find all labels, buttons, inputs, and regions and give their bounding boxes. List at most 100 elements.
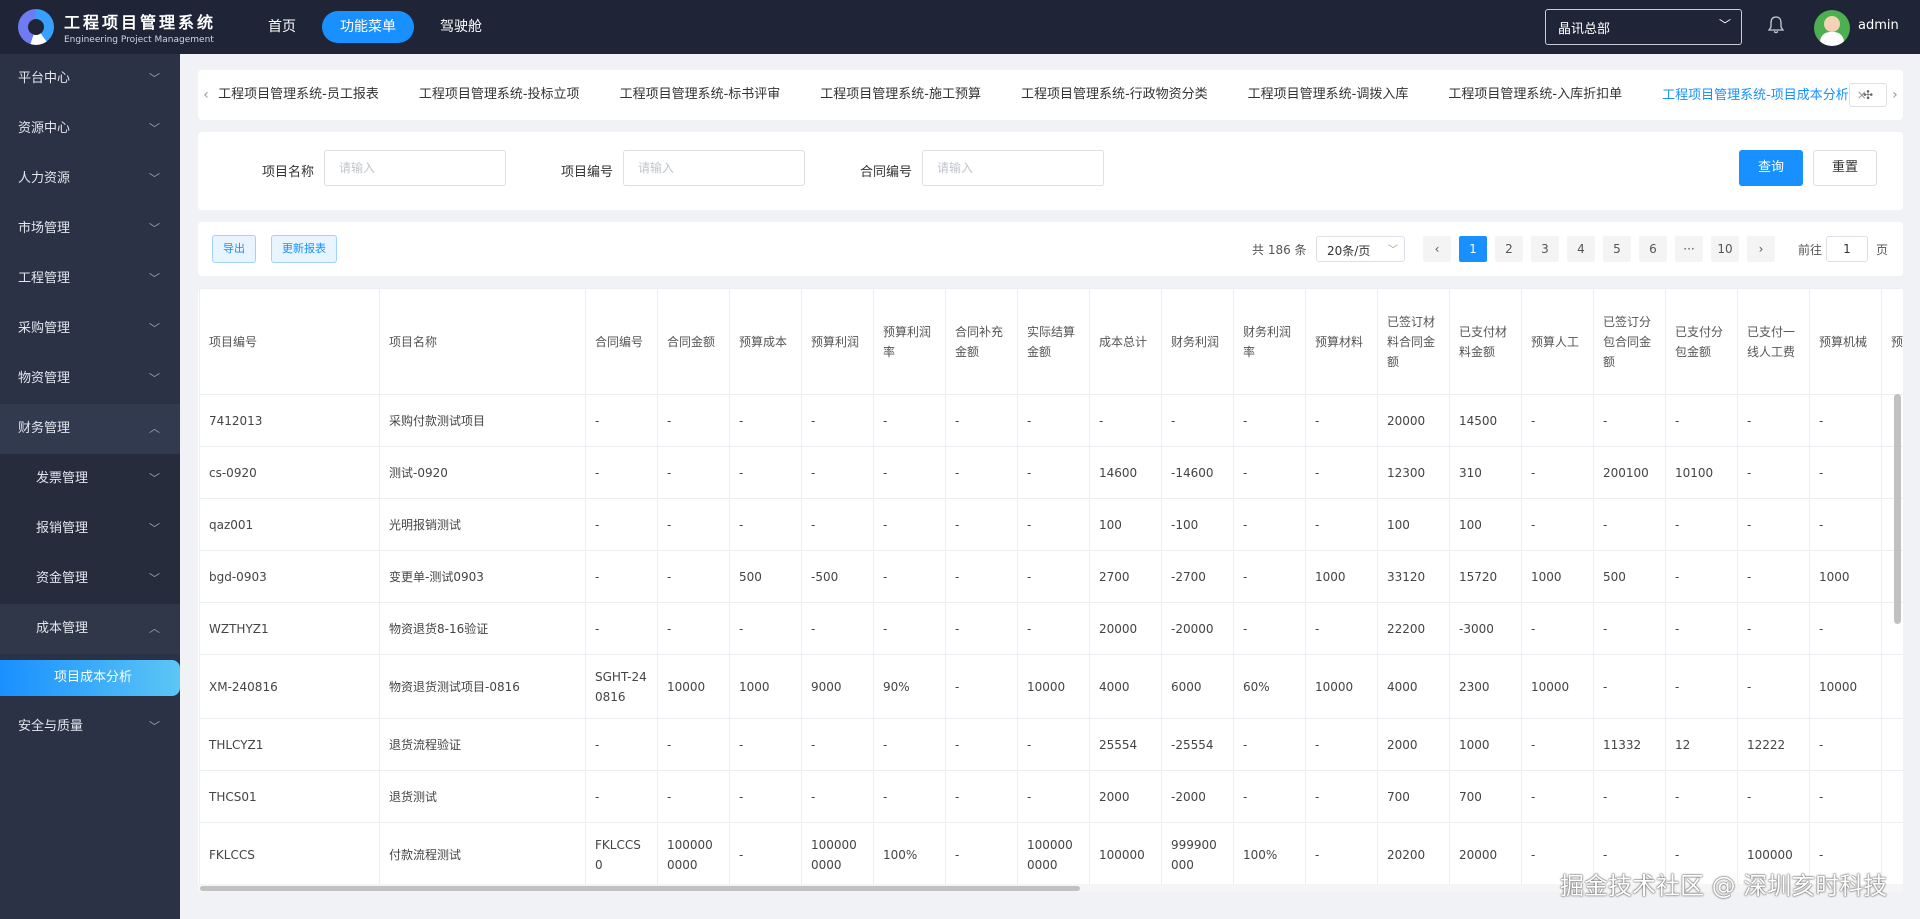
project-code-input[interactable] — [623, 150, 805, 186]
prev-page-button[interactable]: ‹ — [1423, 236, 1451, 262]
tab-inbound-discount[interactable]: 工程项目管理系统-入库折扣单 — [1428, 70, 1642, 120]
sidebar-item-label: 发票管理 — [36, 471, 89, 486]
table-cell: - — [801, 498, 874, 551]
page-button-4[interactable]: 4 — [1567, 236, 1595, 262]
sidebar-item-platform[interactable]: 平台中心 ﹀ — [0, 54, 180, 104]
column-header[interactable]: 项目名称 — [379, 288, 586, 395]
app-logo[interactable]: 工程项目管理系统 Engineering Project Management — [0, 9, 250, 45]
tab-bid-project[interactable]: 工程项目管理系统-投标立项 — [399, 70, 600, 120]
page-button-2[interactable]: 2 — [1495, 236, 1523, 262]
sidebar-item-hr[interactable]: 人力资源 ﹀ — [0, 154, 180, 204]
sidebar-item-funds[interactable]: 资金管理 ﹀ — [0, 554, 180, 604]
nav-function-menu[interactable]: 功能菜单 — [322, 11, 414, 43]
goto-label: 前往 — [1798, 243, 1823, 257]
page-button-10[interactable]: 10 — [1711, 236, 1739, 262]
sidebar-item-market[interactable]: 市场管理 ﹀ — [0, 204, 180, 254]
table-cell: - — [1737, 550, 1810, 603]
sidebar-item-purchase[interactable]: 采购管理 ﹀ — [0, 304, 180, 354]
column-header[interactable]: 预算人工 — [1521, 288, 1594, 395]
nav-home[interactable]: 首页 — [250, 11, 314, 43]
user-name[interactable]: admin — [1858, 18, 1899, 33]
column-header[interactable]: 预算利润率 — [873, 288, 946, 395]
sidebar-item-resources[interactable]: 资源中心 ﹀ — [0, 104, 180, 154]
tab-more-button[interactable]: ✣ — [1849, 83, 1887, 107]
scrollbar-thumb[interactable] — [200, 886, 1080, 891]
column-header[interactable]: 财务利润率 — [1233, 288, 1306, 395]
column-header[interactable]: 已签订分包合同金额 — [1593, 288, 1666, 395]
table-cell: - — [657, 770, 730, 823]
column-header[interactable]: 已支付一线人工费 — [1737, 288, 1810, 395]
tab-construction-budget[interactable]: 工程项目管理系统-施工预算 — [800, 70, 1001, 120]
chevron-left-icon[interactable]: ‹ — [198, 87, 214, 103]
table-cell: - — [873, 498, 946, 551]
table-row[interactable]: qaz001 光明报销测试 - - - - - - -100 -100- -100 100- - - - - — [199, 498, 1903, 551]
sidebar-item-finance[interactable]: 财务管理 ︿ — [0, 404, 180, 454]
column-header[interactable]: 实际结算金额 — [1017, 288, 1090, 395]
tab-employee-report[interactable]: 工程项目管理系统-员工报表 — [214, 70, 399, 120]
page-button-6[interactable]: 6 — [1639, 236, 1667, 262]
column-header[interactable]: 已签订材料合同金额 — [1377, 288, 1450, 395]
column-header[interactable]: 已支付分包金额 — [1665, 288, 1738, 395]
avatar[interactable] — [1814, 10, 1850, 46]
table-row[interactable]: cs-0920 测试-0920- - - - - - -14600 -14600- -12300 3… — [199, 446, 1903, 499]
tab-transfer-inbound[interactable]: 工程项目管理系统-调拨入库 — [1228, 70, 1429, 120]
query-button[interactable]: 查询 — [1739, 150, 1803, 186]
table-cell: - — [1593, 770, 1666, 823]
export-button[interactable]: 导出 — [212, 235, 256, 263]
column-header[interactable]: 合同补充金额 — [945, 288, 1018, 395]
column-header[interactable]: 预算利润 — [801, 288, 874, 395]
sidebar-item-cost-analysis[interactable]: 项目成本分析 — [0, 660, 180, 696]
nav-cockpit[interactable]: 驾驶舱 — [422, 11, 500, 43]
table-cell: 4000 — [1377, 654, 1450, 719]
sidebar-item-label: 资金管理 — [36, 571, 89, 586]
table-cell: - — [585, 498, 658, 551]
bell-icon[interactable] — [1767, 16, 1786, 36]
sidebar-item-engineering[interactable]: 工程管理 ﹀ — [0, 254, 180, 304]
table-cell: 20200 — [1377, 822, 1450, 887]
project-name-input[interactable] — [324, 150, 506, 186]
data-table: 项目编号 项目名称 合同编号 合同金额 预算成本 预算利润 预算利润率 合同补充金额 实际结算金… — [198, 288, 1903, 892]
sidebar-item-reimbursement[interactable]: 报销管理 ﹀ — [0, 504, 180, 554]
page-ellipsis-button[interactable]: ··· — [1675, 236, 1703, 262]
reset-button[interactable]: 重置 — [1813, 150, 1877, 186]
table-row[interactable]: XM-240816 物资退货测试项目-0816 SGHT-240816 10000 10… — [199, 654, 1903, 719]
column-header[interactable]: 合同金额 — [657, 288, 730, 395]
column-header[interactable]: 预算机械 — [1809, 288, 1882, 395]
goto-page-input[interactable]: 1 — [1826, 236, 1868, 262]
chevron-right-icon[interactable]: › — [1887, 87, 1903, 103]
sidebar-item-materials[interactable]: 物资管理 ﹀ — [0, 354, 180, 404]
column-header[interactable]: 合同编号 — [585, 288, 658, 395]
column-header[interactable]: 预 — [1881, 288, 1903, 395]
column-header[interactable]: 已支付材料金额 — [1449, 288, 1522, 395]
next-page-button[interactable]: › — [1747, 236, 1775, 262]
page-button-3[interactable]: 3 — [1531, 236, 1559, 262]
table-cell: 25554 — [1089, 718, 1162, 771]
column-header[interactable]: 预算成本 — [729, 288, 802, 395]
sidebar-item-cost[interactable]: 成本管理 ︿ — [0, 604, 180, 654]
page-button-5[interactable]: 5 — [1603, 236, 1631, 262]
table-cell: 1000 — [1305, 550, 1378, 603]
page-button-1[interactable]: 1 — [1459, 236, 1487, 262]
sidebar-item-label: 工程管理 — [18, 271, 71, 286]
table-cell: 1000000000 — [1017, 822, 1090, 887]
table-cell: - — [1521, 394, 1594, 447]
table-row[interactable]: 7412013 采购付款测试项目 - - - - - - - - - - -20000 14500- - - -… — [199, 394, 1903, 447]
table-row[interactable]: WZTHYZ1 物资退货8-16验证 - - - - - - -20000 -20000- -222… — [199, 602, 1903, 655]
column-header[interactable]: 项目编号 — [199, 288, 380, 395]
sidebar-item-safety[interactable]: 安全与质量 ﹀ — [0, 702, 180, 752]
column-header[interactable]: 成本总计 — [1089, 288, 1162, 395]
vertical-scrollbar[interactable] — [1894, 394, 1901, 624]
page-size-select[interactable]: 20条/页 ﹀ — [1316, 236, 1405, 262]
sidebar-item-invoice[interactable]: 发票管理 ﹀ — [0, 454, 180, 504]
refresh-report-button[interactable]: 更新报表 — [271, 235, 337, 263]
chevron-down-icon: ﹀ — [149, 272, 160, 285]
column-header[interactable]: 财务利润 — [1161, 288, 1234, 395]
contract-code-input[interactable] — [922, 150, 1104, 186]
table-row[interactable]: bgd-0903 变更单-测试0903- -500 -500- - -2700 -2700-… — [199, 550, 1903, 603]
tab-admin-materials[interactable]: 工程项目管理系统-行政物资分类 — [1001, 70, 1228, 120]
org-select[interactable]: 晶讯总部 ﹀ — [1545, 9, 1742, 45]
tab-tender-review[interactable]: 工程项目管理系统-标书评审 — [600, 70, 801, 120]
table-row[interactable]: THCS01 退货测试 - - - - - - -2000 -2000- -700 700- - - - - — [199, 770, 1903, 823]
column-header[interactable]: 预算材料 — [1305, 288, 1378, 395]
table-row[interactable]: THLCYZ1 退货流程验证 - - - - - - -25554 -25554- -2000 100… — [199, 718, 1903, 771]
